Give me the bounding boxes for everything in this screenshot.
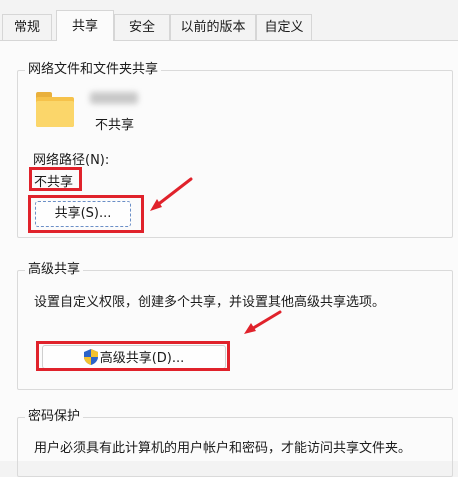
arrow-to-share-button: [150, 177, 193, 211]
arrow-to-advanced-button: [244, 310, 282, 334]
annotation-arrows: [150, 177, 282, 334]
tab-sharing[interactable]: 共享: [56, 10, 114, 41]
